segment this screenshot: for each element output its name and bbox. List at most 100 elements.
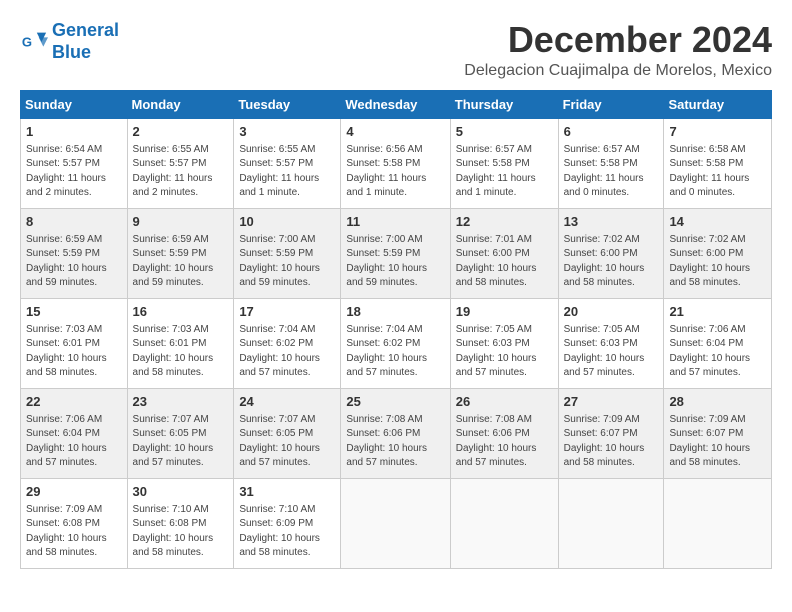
- daylight-text: Daylight: 10 hours and 58 minutes.: [133, 533, 214, 559]
- day-info: Sunrise: 6:59 AMSunset: 5:59 PMDaylight:…: [26, 233, 122, 291]
- calendar-cell: [558, 478, 664, 568]
- weekday-header-monday: Monday: [127, 90, 234, 118]
- sunrise-text: Sunrise: 7:04 AM: [346, 324, 422, 335]
- sunrise-text: Sunrise: 7:00 AM: [239, 234, 315, 245]
- calendar-cell: 9Sunrise: 6:59 AMSunset: 5:59 PMDaylight…: [127, 208, 234, 298]
- daylight-text: Daylight: 10 hours and 58 minutes.: [564, 263, 645, 289]
- day-info: Sunrise: 7:03 AMSunset: 6:01 PMDaylight:…: [133, 323, 229, 381]
- daylight-text: Daylight: 10 hours and 57 minutes.: [456, 353, 537, 379]
- sunrise-text: Sunrise: 7:02 AM: [564, 234, 640, 245]
- day-info: Sunrise: 6:59 AMSunset: 5:59 PMDaylight:…: [133, 233, 229, 291]
- daylight-text: Daylight: 10 hours and 57 minutes.: [346, 443, 427, 469]
- weekday-header-thursday: Thursday: [450, 90, 558, 118]
- sunrise-text: Sunrise: 7:05 AM: [564, 324, 640, 335]
- calendar-cell: 29Sunrise: 7:09 AMSunset: 6:08 PMDayligh…: [21, 478, 128, 568]
- sunset-text: Sunset: 6:07 PM: [669, 428, 743, 439]
- sunset-text: Sunset: 5:57 PM: [239, 158, 313, 169]
- calendar-table: SundayMondayTuesdayWednesdayThursdayFrid…: [20, 90, 772, 569]
- day-info: Sunrise: 7:00 AM Sunset: 5:59 PM Daylight:…: [239, 233, 335, 291]
- calendar-cell: 30Sunrise: 7:10 AMSunset: 6:08 PMDayligh…: [127, 478, 234, 568]
- sunrise-text: Sunrise: 7:07 AM: [133, 414, 209, 425]
- calendar-cell: 28 Sunrise: 7:09 AMSunset: 6:07 PMDayligh…: [664, 388, 772, 478]
- calendar-cell: 7Sunrise: 6:58 AMSunset: 5:58 PMDaylight…: [664, 118, 772, 208]
- week-row-1: 1Sunrise: 6:54 AMSunset: 5:57 PMDaylight…: [21, 118, 772, 208]
- calendar-cell: 31Sunrise: 7:10 AMSunset: 6:09 PMDayligh…: [234, 478, 341, 568]
- day-number: 30: [133, 483, 229, 501]
- calendar-cell: [664, 478, 772, 568]
- day-number: 7: [669, 123, 766, 141]
- daylight-text: Daylight: 11 hours and 1 minute.: [239, 173, 319, 199]
- daylight-text: Daylight: 10 hours and 59 minutes.: [239, 263, 320, 289]
- sunset-text: Sunset: 5:59 PM: [346, 248, 420, 259]
- sunset-text: Sunset: 6:01 PM: [26, 338, 100, 349]
- day-number: 29: [26, 483, 122, 501]
- day-number: 4: [346, 123, 444, 141]
- weekday-header-saturday: Saturday: [664, 90, 772, 118]
- sunset-text: Sunset: 5:58 PM: [564, 158, 638, 169]
- daylight-text: Daylight: 10 hours and 59 minutes.: [26, 263, 107, 289]
- daylight-text: Daylight: 10 hours and 57 minutes.: [456, 443, 537, 469]
- day-info: Sunrise: 7:08 AMSunset: 6:06 PMDaylight:…: [346, 413, 444, 471]
- calendar-cell: 26Sunrise: 7:08 AMSunset: 6:06 PMDayligh…: [450, 388, 558, 478]
- sunrise-text: Sunrise: 7:00 AM: [346, 234, 422, 245]
- sunset-text: Sunset: 6:04 PM: [669, 338, 743, 349]
- calendar-cell: 13Sunrise: 7:02 AMSunset: 6:00 PMDayligh…: [558, 208, 664, 298]
- sunset-text: Sunset: 6:02 PM: [239, 338, 313, 349]
- sunrise-text: Sunrise: 7:05 AM: [456, 324, 532, 335]
- day-info: Sunrise: 7:01 AMSunset: 6:00 PMDaylight:…: [456, 233, 553, 291]
- day-info: Sunrise: 7:07 AMSunset: 6:05 PMDaylight:…: [239, 413, 335, 471]
- weekday-header-sunday: Sunday: [21, 90, 128, 118]
- day-info: Sunrise: 7:02 AMSunset: 6:00 PMDaylight:…: [564, 233, 659, 291]
- day-number: 20: [564, 303, 659, 321]
- day-info: Sunrise: 7:00 AMSunset: 5:59 PMDaylight:…: [346, 233, 444, 291]
- week-row-5: 29Sunrise: 7:09 AMSunset: 6:08 PMDayligh…: [21, 478, 772, 568]
- sunset-text: Sunset: 5:59 PM: [26, 248, 100, 259]
- day-number: 16: [133, 303, 229, 321]
- calendar-cell: 25Sunrise: 7:08 AMSunset: 6:06 PMDayligh…: [341, 388, 450, 478]
- sunrise-text: Sunrise: 6:57 AM: [564, 144, 640, 155]
- day-info: Sunrise: 7:05 AMSunset: 6:03 PMDaylight:…: [564, 323, 659, 381]
- weekday-header-tuesday: Tuesday: [234, 90, 341, 118]
- header: G General Blue December 2024 Delegacion …: [20, 20, 772, 80]
- calendar-cell: 18Sunrise: 7:04 AMSunset: 6:02 PMDayligh…: [341, 298, 450, 388]
- day-info: Sunrise: 6:57 AMSunset: 5:58 PMDaylight:…: [456, 143, 553, 201]
- day-info: Sunrise: 7:09 AMSunset: 6:07 PMDaylight:…: [669, 413, 766, 471]
- daylight-text: Daylight: 10 hours and 58 minutes.: [26, 533, 107, 559]
- calendar-cell: 22Sunrise: 7:06 AMSunset: 6:04 PMDayligh…: [21, 388, 128, 478]
- daylight-text: Daylight: 10 hours and 58 minutes.: [669, 443, 750, 469]
- daylight-text: Daylight: 11 hours and 1 minute.: [456, 173, 536, 199]
- calendar-cell: 24Sunrise: 7:07 AMSunset: 6:05 PMDayligh…: [234, 388, 341, 478]
- day-info: Sunrise: 7:04 AMSunset: 6:02 PMDaylight:…: [346, 323, 444, 381]
- daylight-text: Daylight: 10 hours and 57 minutes.: [669, 353, 750, 379]
- calendar-cell: 11Sunrise: 7:00 AMSunset: 5:59 PMDayligh…: [341, 208, 450, 298]
- sunset-text: Sunset: 6:02 PM: [346, 338, 420, 349]
- weekday-header-row: SundayMondayTuesdayWednesdayThursdayFrid…: [21, 90, 772, 118]
- sunset-text: Sunset: 5:59 PM: [239, 248, 313, 259]
- calendar-cell: 16 Sunrise: 7:03 AMSunset: 6:01 PMDayligh…: [127, 298, 234, 388]
- calendar-cell: 20 Sunrise: 7:05 AMSunset: 6:03 PMDayligh…: [558, 298, 664, 388]
- daylight-text: Daylight: 11 hours and 0 minutes.: [564, 173, 644, 199]
- day-number: 6: [564, 123, 659, 141]
- sunset-text: Sunset: 6:09 PM: [239, 518, 313, 529]
- day-number: 18: [346, 303, 444, 321]
- title-section: December 2024 Delegacion Cuajimalpa de M…: [464, 20, 772, 80]
- calendar-cell: 15Sunrise: 7:03 AMSunset: 6:01 PMDayligh…: [21, 298, 128, 388]
- day-number: 28: [669, 393, 766, 411]
- sunset-text: Sunset: 5:58 PM: [669, 158, 743, 169]
- logo-icon: G: [20, 28, 48, 56]
- daylight-text: Daylight: 10 hours and 58 minutes.: [239, 533, 320, 559]
- sunset-text: Sunset: 6:00 PM: [456, 248, 530, 259]
- sunset-text: Sunset: 6:03 PM: [456, 338, 530, 349]
- calendar-cell: 14Sunrise: 7:02 AMSunset: 6:00 PMDayligh…: [664, 208, 772, 298]
- sunset-text: Sunset: 6:01 PM: [133, 338, 207, 349]
- day-number: 27: [564, 393, 659, 411]
- sunset-text: Sunset: 5:57 PM: [133, 158, 207, 169]
- sunset-text: Sunset: 6:06 PM: [456, 428, 530, 439]
- day-number: 17: [239, 303, 335, 321]
- day-info: Sunrise: 7:06 AMSunset: 6:04 PMDaylight:…: [669, 323, 766, 381]
- sunset-text: Sunset: 6:08 PM: [133, 518, 207, 529]
- day-info: Sunrise: 6:54 AMSunset: 5:57 PMDaylight:…: [26, 143, 122, 201]
- calendar-cell: 23Sunrise: 7:07 AMSunset: 6:05 PMDayligh…: [127, 388, 234, 478]
- sunset-text: Sunset: 6:05 PM: [239, 428, 313, 439]
- month-title: December 2024: [464, 20, 772, 60]
